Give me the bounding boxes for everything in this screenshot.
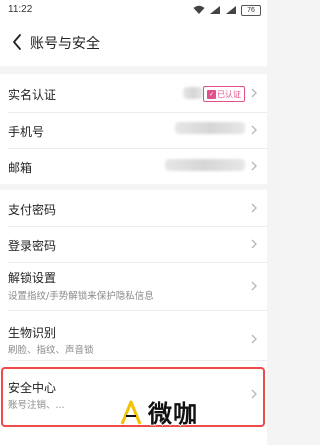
login-password-label: 登录密码 — [8, 239, 57, 253]
chevron-right-icon — [249, 237, 259, 251]
signal-2-icon — [226, 6, 236, 14]
blurred-email — [165, 159, 245, 171]
status-bar: 11:22 76 — [0, 0, 267, 20]
row-biometric[interactable]: 生物识别 刷脸、指纹、声音锁 — [0, 310, 267, 360]
chevron-right-icon — [249, 159, 259, 173]
watermark-logo-icon — [119, 398, 143, 425]
watermark: 微咖 — [118, 394, 198, 429]
chevron-right-icon — [249, 387, 259, 401]
biometric-subtitle: 刷脸、指纹、声音锁 — [8, 345, 94, 356]
chevron-right-icon — [249, 123, 259, 137]
status-time: 11:22 — [8, 4, 33, 15]
row-pay-password[interactable]: 支付密码 — [0, 190, 267, 226]
back-arrow-icon[interactable] — [6, 31, 28, 53]
row-email[interactable]: 邮箱 — [0, 148, 267, 184]
chevron-right-icon — [249, 279, 259, 293]
verified-icon: ✓ — [207, 89, 216, 99]
row-login-password[interactable]: 登录密码 — [0, 226, 267, 262]
real-name-label: 实名认证 — [8, 88, 57, 102]
signal-icon — [210, 6, 220, 14]
nav-bar: 账号与安全 — [0, 20, 267, 66]
chevron-right-icon — [249, 332, 259, 346]
row-phone[interactable]: 手机号 — [0, 112, 267, 148]
page-title: 账号与安全 — [30, 36, 100, 52]
phone-label: 手机号 — [8, 125, 45, 139]
pay-password-label: 支付密码 — [8, 203, 57, 217]
biometric-label: 生物识别 — [8, 326, 57, 340]
row-real-name[interactable]: 实名认证 ✓ 已认证 — [0, 74, 267, 112]
unlock-settings-subtitle: 设置指纹/手势解锁来保护隐私信息 — [8, 291, 154, 302]
verified-badge-text: 已认证 — [217, 89, 241, 99]
battery-icon: 76 — [241, 4, 261, 16]
blurred-name — [183, 87, 203, 99]
watermark-text: 微咖 — [147, 399, 198, 429]
divider — [8, 360, 267, 361]
security-center-label: 安全中心 — [8, 381, 57, 395]
unlock-settings-label: 解锁设置 — [8, 271, 57, 285]
status-icons: 76 — [193, 4, 261, 16]
chevron-right-icon — [249, 86, 259, 100]
chevron-right-icon — [249, 201, 259, 215]
identity-group: 实名认证 ✓ 已认证 手机号 邮箱 — [0, 74, 267, 184]
blurred-phone — [175, 122, 245, 134]
email-label: 邮箱 — [8, 161, 33, 175]
wifi-icon — [193, 5, 205, 14]
verified-badge: ✓ 已认证 — [203, 86, 245, 102]
security-center-subtitle: 账号注销、... — [8, 400, 65, 411]
row-unlock-settings[interactable]: 解锁设置 设置指纹/手势解锁来保护隐私信息 — [0, 262, 267, 310]
